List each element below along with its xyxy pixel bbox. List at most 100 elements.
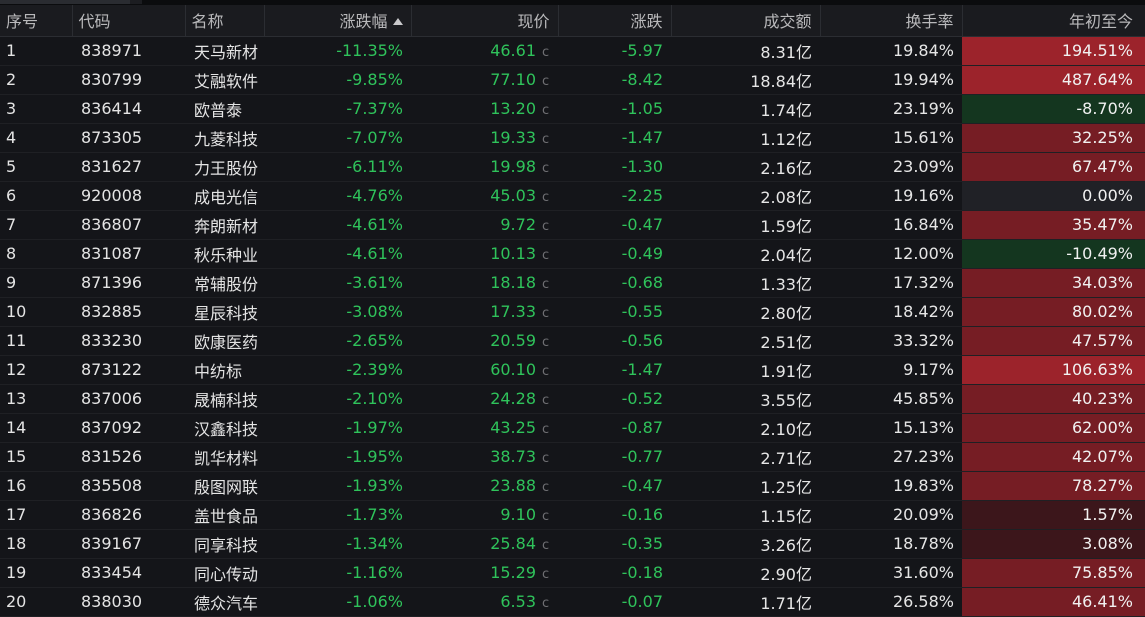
cell-price-value: 15.29 — [490, 563, 536, 582]
cell-change: -0.77 — [558, 442, 671, 472]
price-marker-icon: c — [542, 393, 550, 408]
cell-turnover: 19.16% — [820, 181, 962, 211]
price-marker-icon: c — [542, 596, 550, 611]
cell-price: 17.33 c — [411, 297, 558, 327]
cell-name: 同心传动 — [185, 558, 264, 588]
cell-volume: 1.33亿 — [671, 268, 820, 298]
cell-pct-change: -1.95% — [264, 442, 411, 472]
cell-pct-change: -2.65% — [264, 326, 411, 356]
cell-turnover: 15.13% — [820, 413, 962, 443]
table-row[interactable]: 4 873305 九菱科技 -7.07% 19.33 c -1.47 1.12亿 15.61% 3… — [0, 123, 1145, 153]
cell-index: 15 — [0, 442, 72, 472]
table-row[interactable]: 18 839167 同享科技 -1.34% 25.84 c -0.35 3.26亿 18.78%… — [0, 529, 1145, 559]
cell-pct-change: -1.34% — [264, 529, 411, 559]
column-header-volume[interactable]: 成交额 — [671, 5, 821, 37]
cell-change: -8.42 — [558, 65, 671, 95]
cell-price: 38.73 c — [411, 442, 558, 472]
cell-price-value: 60.10 — [490, 360, 536, 379]
cell-price: 9.10 c — [411, 500, 558, 530]
table-row[interactable]: 9 871396 常辅股份 -3.61% 18.18 c -0.68 1.33亿 17.32% 3… — [0, 268, 1145, 298]
cell-index: 13 — [0, 384, 72, 414]
cell-code: 837006 — [72, 384, 185, 414]
cell-ytd: 1.57% — [962, 500, 1145, 530]
cell-turnover: 27.23% — [820, 442, 962, 472]
cell-pct-change: -2.10% — [264, 384, 411, 414]
table-row[interactable]: 16 835508 殷图网联 -1.93% 23.88 c -0.47 1.25亿 19.83%… — [0, 471, 1145, 501]
cell-code: 836826 — [72, 500, 185, 530]
cell-index: 16 — [0, 471, 72, 501]
cell-index: 9 — [0, 268, 72, 298]
price-marker-icon: c — [542, 103, 550, 118]
cell-ytd: 3.08% — [962, 529, 1145, 559]
cell-change: -0.47 — [558, 210, 671, 240]
cell-index: 8 — [0, 239, 72, 269]
table-row[interactable]: 10 832885 星辰科技 -3.08% 17.33 c -0.55 2.80亿 18.42%… — [0, 297, 1145, 327]
table-row[interactable]: 19 833454 同心传动 -1.16% 15.29 c -0.18 2.90亿 31.60%… — [0, 558, 1145, 588]
cell-price-value: 38.73 — [490, 447, 536, 466]
column-header-ytd[interactable]: 年初至今 — [962, 5, 1145, 37]
cell-name: 成电光信 — [185, 181, 264, 211]
column-header-name[interactable]: 名称 — [185, 5, 265, 37]
cell-price: 24.28 c — [411, 384, 558, 414]
cell-index: 19 — [0, 558, 72, 588]
cell-name: 晟楠科技 — [185, 384, 264, 414]
cell-price: 77.10 c — [411, 65, 558, 95]
cell-ytd: 42.07% — [962, 442, 1145, 472]
cell-index: 1 — [0, 36, 72, 66]
table-row[interactable]: 20 838030 德众汽车 -1.06% 6.53 c -0.07 1.71亿 26.58% 4… — [0, 587, 1145, 617]
price-marker-icon: c — [542, 480, 550, 495]
price-marker-icon: c — [542, 538, 550, 553]
column-header-pct-change[interactable]: 涨跌幅 — [264, 5, 412, 37]
table-row[interactable]: 2 830799 艾融软件 -9.85% 77.10 c -8.42 18.84亿 19.94%… — [0, 65, 1145, 95]
cell-price-value: 25.84 — [490, 534, 536, 553]
column-header-index[interactable]: 序号 — [0, 5, 73, 37]
cell-name: 艾融软件 — [185, 65, 264, 95]
cell-volume: 1.71亿 — [671, 587, 820, 617]
cell-pct-change: -1.16% — [264, 558, 411, 588]
cell-change: -1.30 — [558, 152, 671, 182]
cell-index: 14 — [0, 413, 72, 443]
sort-ascending-icon — [392, 18, 403, 26]
table-row[interactable]: 12 873122 中纺标 -2.39% 60.10 c -1.47 1.91亿 9.17% 10… — [0, 355, 1145, 385]
cell-ytd: 78.27% — [962, 471, 1145, 501]
table-row[interactable]: 3 836414 欧普泰 -7.37% 13.20 c -1.05 1.74亿 23.19% -8… — [0, 94, 1145, 124]
table-row[interactable]: 17 836826 盖世食品 -1.73% 9.10 c -0.16 1.15亿 20.09% 1… — [0, 500, 1145, 530]
cell-index: 4 — [0, 123, 72, 153]
column-header-turnover[interactable]: 换手率 — [820, 5, 963, 37]
cell-price-value: 19.33 — [490, 128, 536, 147]
cell-price: 9.72 c — [411, 210, 558, 240]
column-header-code[interactable]: 代码 — [72, 5, 186, 37]
cell-pct-change: -1.97% — [264, 413, 411, 443]
column-header-change[interactable]: 涨跌 — [558, 5, 672, 37]
table-row[interactable]: 1 838971 天马新材 -11.35% 46.61 c -5.97 8.31亿 19.84%… — [0, 36, 1145, 66]
cell-price: 10.13 c — [411, 239, 558, 269]
cell-volume: 1.25亿 — [671, 471, 820, 501]
cell-volume: 1.91亿 — [671, 355, 820, 385]
cell-volume: 2.90亿 — [671, 558, 820, 588]
cell-code: 839167 — [72, 529, 185, 559]
cell-volume: 2.10亿 — [671, 413, 820, 443]
table-row[interactable]: 8 831087 秋乐种业 -4.61% 10.13 c -0.49 2.04亿 12.00% -… — [0, 239, 1145, 269]
cell-price-value: 17.33 — [490, 302, 536, 321]
cell-turnover: 26.58% — [820, 587, 962, 617]
cell-name: 德众汽车 — [185, 587, 264, 617]
cell-ytd: 75.85% — [962, 558, 1145, 588]
table-row[interactable]: 5 831627 力王股份 -6.11% 19.98 c -1.30 2.16亿 23.09% 6… — [0, 152, 1145, 182]
cell-name: 欧康医药 — [185, 326, 264, 356]
cell-code: 873305 — [72, 123, 185, 153]
table-row[interactable]: 6 920008 成电光信 -4.76% 45.03 c -2.25 2.08亿 19.16% 0… — [0, 181, 1145, 211]
cell-change: -1.47 — [558, 123, 671, 153]
table-row[interactable]: 11 833230 欧康医药 -2.65% 20.59 c -0.56 2.51亿 33.32%… — [0, 326, 1145, 356]
cell-price: 15.29 c — [411, 558, 558, 588]
cell-change: -0.18 — [558, 558, 671, 588]
table-row[interactable]: 13 837006 晟楠科技 -2.10% 24.28 c -0.52 3.55亿 45.85%… — [0, 384, 1145, 414]
cell-index: 2 — [0, 65, 72, 95]
cell-name: 同享科技 — [185, 529, 264, 559]
table-row[interactable]: 15 831526 凯华材料 -1.95% 38.73 c -0.77 2.71亿 27.23%… — [0, 442, 1145, 472]
cell-volume: 2.16亿 — [671, 152, 820, 182]
cell-index: 5 — [0, 152, 72, 182]
column-header-price[interactable]: 现价 — [411, 5, 559, 37]
cell-price-value: 18.18 — [490, 273, 536, 292]
table-row[interactable]: 7 836807 奔朗新材 -4.61% 9.72 c -0.47 1.59亿 16.84% 35… — [0, 210, 1145, 240]
table-row[interactable]: 14 837092 汉鑫科技 -1.97% 43.25 c -0.87 2.10亿 15.13%… — [0, 413, 1145, 443]
